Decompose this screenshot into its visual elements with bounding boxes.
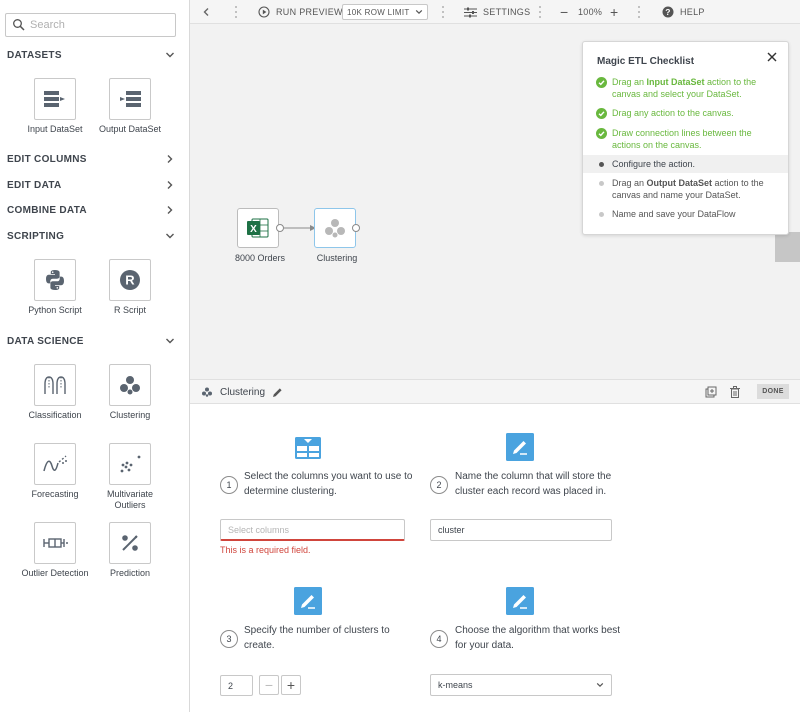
checklist-item: Drag any action to the canvas. xyxy=(596,107,776,119)
step-number: 1 xyxy=(220,476,238,494)
columns-select[interactable]: Select columns xyxy=(220,519,405,541)
checklist-title: Magic ETL Checklist xyxy=(597,56,695,67)
pencil-icon xyxy=(294,587,322,615)
step-instruction: Choose the algorithm that works best for… xyxy=(455,625,621,651)
chevron-down-icon xyxy=(596,682,604,688)
svg-text:X: X xyxy=(250,224,257,235)
decrement-button[interactable]: − xyxy=(259,675,279,695)
step-number: 4 xyxy=(430,630,448,648)
algorithm-value: k-means xyxy=(438,680,473,690)
node-input-dataset[interactable]: X xyxy=(237,208,279,248)
pencil-icon[interactable] xyxy=(272,387,283,398)
check-circle-icon xyxy=(596,77,607,88)
close-icon[interactable] xyxy=(766,51,778,63)
clustering-icon xyxy=(325,219,345,238)
node-label: Clustering xyxy=(316,253,358,263)
table-icon xyxy=(295,437,321,459)
step-instruction: Select the columns you want to use to de… xyxy=(244,471,413,497)
checklist-item-current: Configure the action. xyxy=(596,158,776,170)
step-number: 2 xyxy=(430,476,448,494)
check-circle-icon xyxy=(596,108,607,119)
checklist-item: Drag an Output DataSet action to the can… xyxy=(596,177,776,201)
node-output-port[interactable] xyxy=(352,224,360,232)
checklist-item: Draw connection lines between the action… xyxy=(596,127,776,151)
done-button[interactable]: DONE xyxy=(757,384,789,399)
pencil-icon xyxy=(506,433,534,461)
bullet-icon xyxy=(599,212,604,217)
increment-button[interactable]: + xyxy=(281,675,301,695)
checklist-item: Name and save your DataFlow xyxy=(596,208,776,220)
action-title: Clustering xyxy=(220,387,266,398)
step-number: 3 xyxy=(220,630,238,648)
bullet-icon xyxy=(599,162,604,167)
clustering-icon xyxy=(202,387,212,397)
node-clustering[interactable] xyxy=(314,208,356,248)
action-panel-header: Clustering xyxy=(190,379,800,404)
cluster-count-input[interactable]: 2 xyxy=(220,675,253,696)
copy-icon[interactable] xyxy=(705,386,717,398)
step-instruction: Specify the number of clusters to create… xyxy=(244,625,390,651)
node-output-port[interactable] xyxy=(276,224,284,232)
checklist-item: Drag an Input DataSet action to the canv… xyxy=(596,76,776,100)
pencil-icon xyxy=(506,587,534,615)
trash-icon[interactable] xyxy=(730,386,740,398)
check-circle-icon xyxy=(596,128,607,139)
error-message: This is a required field. xyxy=(220,545,311,555)
excel-icon: X xyxy=(247,218,269,238)
node-label: 8000 Orders xyxy=(234,253,286,263)
bullet-icon xyxy=(599,181,604,186)
step-instruction: Name the column that will store the clus… xyxy=(455,471,612,497)
cluster-column-name-input[interactable]: cluster xyxy=(430,519,612,541)
algorithm-select[interactable]: k-means xyxy=(430,674,612,696)
